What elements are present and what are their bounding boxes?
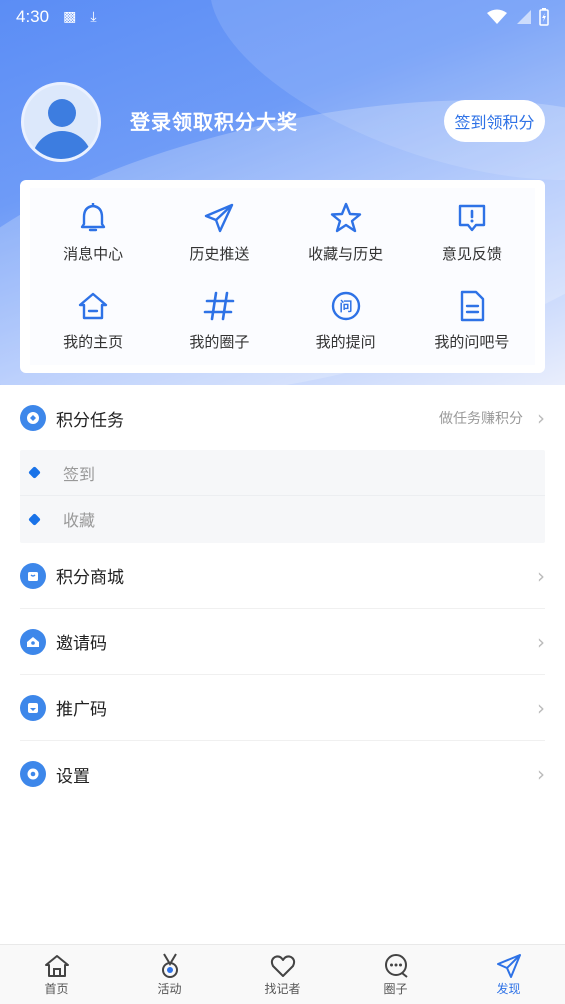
- menu-section: 积分任务 做任务赚积分 › 签到 收藏 积分商城 › 邀请码 › 推广码 › 设…: [0, 385, 565, 945]
- paper-plane-icon: [205, 203, 234, 232]
- grid-item-label: 我的提问: [315, 333, 376, 352]
- menu-item-promo-code[interactable]: 推广码 ›: [20, 675, 545, 741]
- grid-item-my-circle[interactable]: 我的圈子: [156, 276, 283, 365]
- task-label: 签到: [63, 464, 96, 484]
- grid-item-label: 我的主页: [63, 333, 124, 352]
- points-tasks-hint: 做任务赚积分: [439, 411, 523, 427]
- grid-item-my-questions[interactable]: 问 我的提问: [282, 276, 409, 365]
- grid-item-favorites[interactable]: 收藏与历史: [282, 188, 409, 277]
- menu-item-invite-code[interactable]: 邀请码 ›: [20, 609, 545, 675]
- download-icon: ⤓: [90, 9, 97, 25]
- points-task-icon: [20, 405, 46, 431]
- chevron-right-icon: ›: [537, 695, 545, 720]
- tab-label: 圈子: [383, 982, 408, 996]
- grid-item-feedback[interactable]: 意见反馈: [408, 188, 535, 277]
- grid-item-my-home[interactable]: 我的主页: [30, 276, 157, 365]
- feedback-icon: [458, 204, 486, 231]
- grid-item-label: 我的问吧号: [434, 333, 510, 352]
- svg-text:问: 问: [339, 299, 352, 315]
- bottom-tab-bar: 首页 活动 找记者 圈子 发现: [0, 944, 565, 1004]
- avatar-body: [32, 131, 92, 159]
- tab-home[interactable]: 首页: [0, 945, 113, 1004]
- tab-circle[interactable]: 圈子: [339, 945, 452, 1004]
- task-list: 签到 收藏: [20, 450, 545, 543]
- task-item-favorite[interactable]: 收藏: [20, 496, 545, 542]
- grid-item-messages[interactable]: 消息中心: [30, 188, 157, 277]
- chevron-right-icon: ›: [537, 629, 545, 654]
- home-icon: [78, 293, 108, 320]
- medal-icon: [161, 953, 178, 978]
- chevron-right-icon: ›: [537, 563, 545, 588]
- document-icon: [460, 291, 485, 322]
- shortcut-grid: 消息中心 历史推送 收藏与历史 意见反馈 我的主页 我的圈子 问 我的提问 我的…: [20, 180, 545, 373]
- grid-item-label: 收藏与历史: [308, 244, 384, 263]
- bullet-icon: [28, 512, 41, 526]
- menu-item-label: 积分商城: [56, 568, 124, 588]
- login-prompt[interactable]: 登录领取积分大奖: [130, 106, 298, 135]
- signal-icon: [517, 10, 531, 24]
- status-time: 4:30: [16, 7, 50, 26]
- wifi-icon: [487, 9, 507, 24]
- notification-a-icon: ▩: [63, 9, 77, 25]
- tab-discover[interactable]: 发现: [452, 945, 565, 1004]
- menu-item-label: 推广码: [56, 700, 107, 720]
- status-bar: 4:30 ▩ ⤓: [0, 0, 565, 34]
- tab-label: 活动: [157, 982, 182, 996]
- hash-icon: [204, 291, 235, 321]
- grid-item-label: 意见反馈: [441, 244, 502, 263]
- star-icon: [330, 202, 361, 232]
- invite-icon: [20, 628, 46, 655]
- task-label: 收藏: [63, 511, 96, 530]
- chevron-right-icon: ›: [537, 406, 545, 430]
- bullet-icon: [28, 466, 41, 479]
- points-tasks-title: 积分任务: [56, 410, 124, 431]
- settings-icon: [20, 761, 46, 787]
- send-icon: [496, 954, 521, 978]
- tab-label: 首页: [44, 982, 69, 996]
- battery-icon: [539, 8, 549, 26]
- tab-find-reporter[interactable]: 找记者: [226, 945, 339, 1004]
- tab-label: 发现: [496, 982, 521, 996]
- grid-item-label: 我的圈子: [189, 333, 250, 352]
- chat-icon: [384, 954, 408, 978]
- avatar-head: [48, 99, 76, 127]
- promo-icon: [20, 694, 46, 721]
- task-item-signin[interactable]: 签到: [20, 450, 545, 496]
- points-tasks-row[interactable]: 积分任务 做任务赚积分 ›: [20, 385, 545, 451]
- grid-item-my-account[interactable]: 我的问吧号: [408, 276, 535, 365]
- heart-icon: [270, 955, 295, 977]
- signin-button[interactable]: 签到领积分: [444, 100, 545, 142]
- avatar[interactable]: [21, 82, 101, 162]
- home-icon: [44, 955, 69, 977]
- question-icon: 问: [331, 292, 360, 321]
- menu-item-label: 邀请码: [56, 634, 107, 654]
- grid-item-label: 消息中心: [63, 244, 124, 263]
- tab-activity[interactable]: 活动: [113, 945, 226, 1004]
- chevron-right-icon: ›: [537, 762, 545, 786]
- menu-item-settings[interactable]: 设置 ›: [20, 741, 545, 807]
- mall-icon: [20, 562, 46, 589]
- menu-item-label: 设置: [56, 766, 90, 787]
- tab-label: 找记者: [264, 982, 301, 996]
- menu-item-points-mall[interactable]: 积分商城 ›: [20, 543, 545, 609]
- grid-item-label: 历史推送: [189, 244, 250, 263]
- bell-icon: [80, 202, 106, 231]
- grid-item-history-push[interactable]: 历史推送: [156, 188, 283, 277]
